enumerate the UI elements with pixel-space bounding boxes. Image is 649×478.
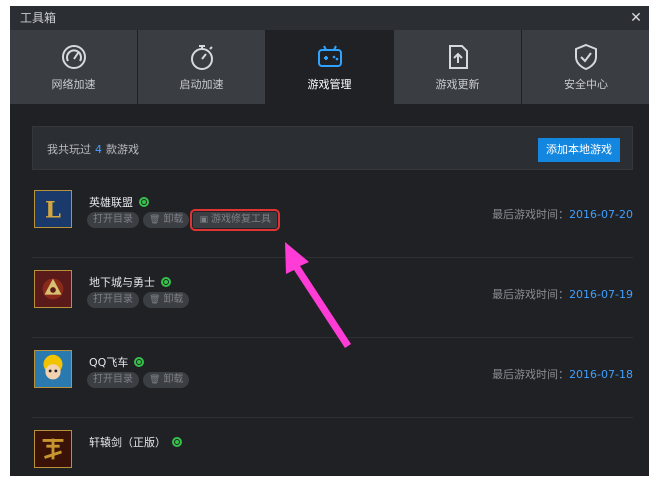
visible-eye-icon[interactable] <box>172 437 182 447</box>
trash-icon: 🗑 <box>149 215 161 225</box>
repair-box-icon: ▣ <box>199 215 208 225</box>
tab-startup-acceleration[interactable]: 启动加速 <box>138 30 266 104</box>
visible-eye-icon[interactable] <box>134 357 145 367</box>
window-title: 工具箱 <box>20 11 57 25</box>
last-played: 最后游戏时间：2016-07-20 <box>492 208 633 221</box>
game-count: 4 <box>95 143 102 156</box>
close-icon[interactable]: ✕ <box>628 6 644 30</box>
game-icon-xuanyuan <box>34 430 72 468</box>
game-name: 地下城与勇士 <box>89 274 171 290</box>
tab-label: 网络加速 <box>51 78 96 91</box>
xuanyuan-logo-icon <box>42 438 64 460</box>
trash-icon: 🗑 <box>149 295 161 305</box>
lol-logo-icon: L <box>45 198 61 224</box>
game-name: 轩辕剑（正版） <box>89 434 182 450</box>
svg-text:L: L <box>45 198 61 224</box>
visible-eye-icon[interactable] <box>161 277 171 287</box>
uninstall-button[interactable]: 🗑 卸载 <box>143 372 190 388</box>
add-local-game-button[interactable]: 添加本地游戏 <box>538 138 620 162</box>
tab-game-management[interactable]: 游戏管理 <box>266 30 394 104</box>
open-directory-button[interactable]: 打开目录 <box>87 212 139 228</box>
game-repair-tool-button[interactable]: ▣ 游戏修复工具 <box>190 209 280 231</box>
tab-game-update[interactable]: 游戏更新 <box>394 30 522 104</box>
uninstall-button[interactable]: 🗑 卸载 <box>143 292 190 308</box>
toolbox-window: 工具箱 ✕ 网络加速 启动加速 游戏管理 游戏更新 安全中心 我共玩过 4 款游戏 … <box>10 6 649 476</box>
game-name: 英雄联盟 <box>89 194 149 210</box>
game-summary-bar: 我共玩过 4 款游戏 添加本地游戏 <box>32 126 633 170</box>
game-actions: 打开目录 🗑 卸载 <box>87 372 190 388</box>
tab-label: 启动加速 <box>179 78 224 91</box>
tab-security-center[interactable]: 安全中心 <box>522 30 649 104</box>
title-bar: 工具箱 ✕ <box>10 6 649 30</box>
tab-bar: 网络加速 启动加速 游戏管理 游戏更新 安全中心 <box>10 30 649 104</box>
shield-check-icon <box>575 43 597 71</box>
game-count-text: 我共玩过 4 款游戏 <box>47 143 139 156</box>
trash-icon: 🗑 <box>149 375 161 385</box>
dnf-logo-icon <box>42 278 64 300</box>
game-icon-qq-speed <box>34 350 72 388</box>
uninstall-button[interactable]: 🗑 卸载 <box>143 212 190 228</box>
annotation-arrow-icon <box>285 242 351 348</box>
visible-eye-icon[interactable] <box>139 197 149 207</box>
game-row-xuanyuan: 轩辕剑（正版） <box>32 418 633 476</box>
qq-speed-logo-icon <box>43 354 63 380</box>
open-directory-button[interactable]: 打开目录 <box>87 372 139 388</box>
game-actions: 打开目录 🗑 卸载 ▣ 游戏修复工具 <box>87 209 280 231</box>
stopwatch-icon <box>190 45 213 70</box>
last-played: 最后游戏时间：2016-07-19 <box>492 288 633 301</box>
open-directory-button[interactable]: 打开目录 <box>87 292 139 308</box>
tab-network-acceleration[interactable]: 网络加速 <box>10 30 138 104</box>
tab-label: 游戏更新 <box>435 78 480 91</box>
gamepad-icon <box>317 45 342 67</box>
game-icon-lol: L <box>34 190 72 228</box>
speedometer-icon <box>61 45 86 69</box>
upload-arrow-icon <box>448 45 468 69</box>
tab-label: 游戏管理 <box>307 78 352 91</box>
game-actions: 打开目录 🗑 卸载 <box>87 292 190 308</box>
game-name: QQ飞车 <box>89 354 145 370</box>
last-played: 最后游戏时间：2016-07-18 <box>492 368 633 381</box>
game-icon-dnf <box>34 270 72 308</box>
tab-label: 安全中心 <box>564 78 608 91</box>
